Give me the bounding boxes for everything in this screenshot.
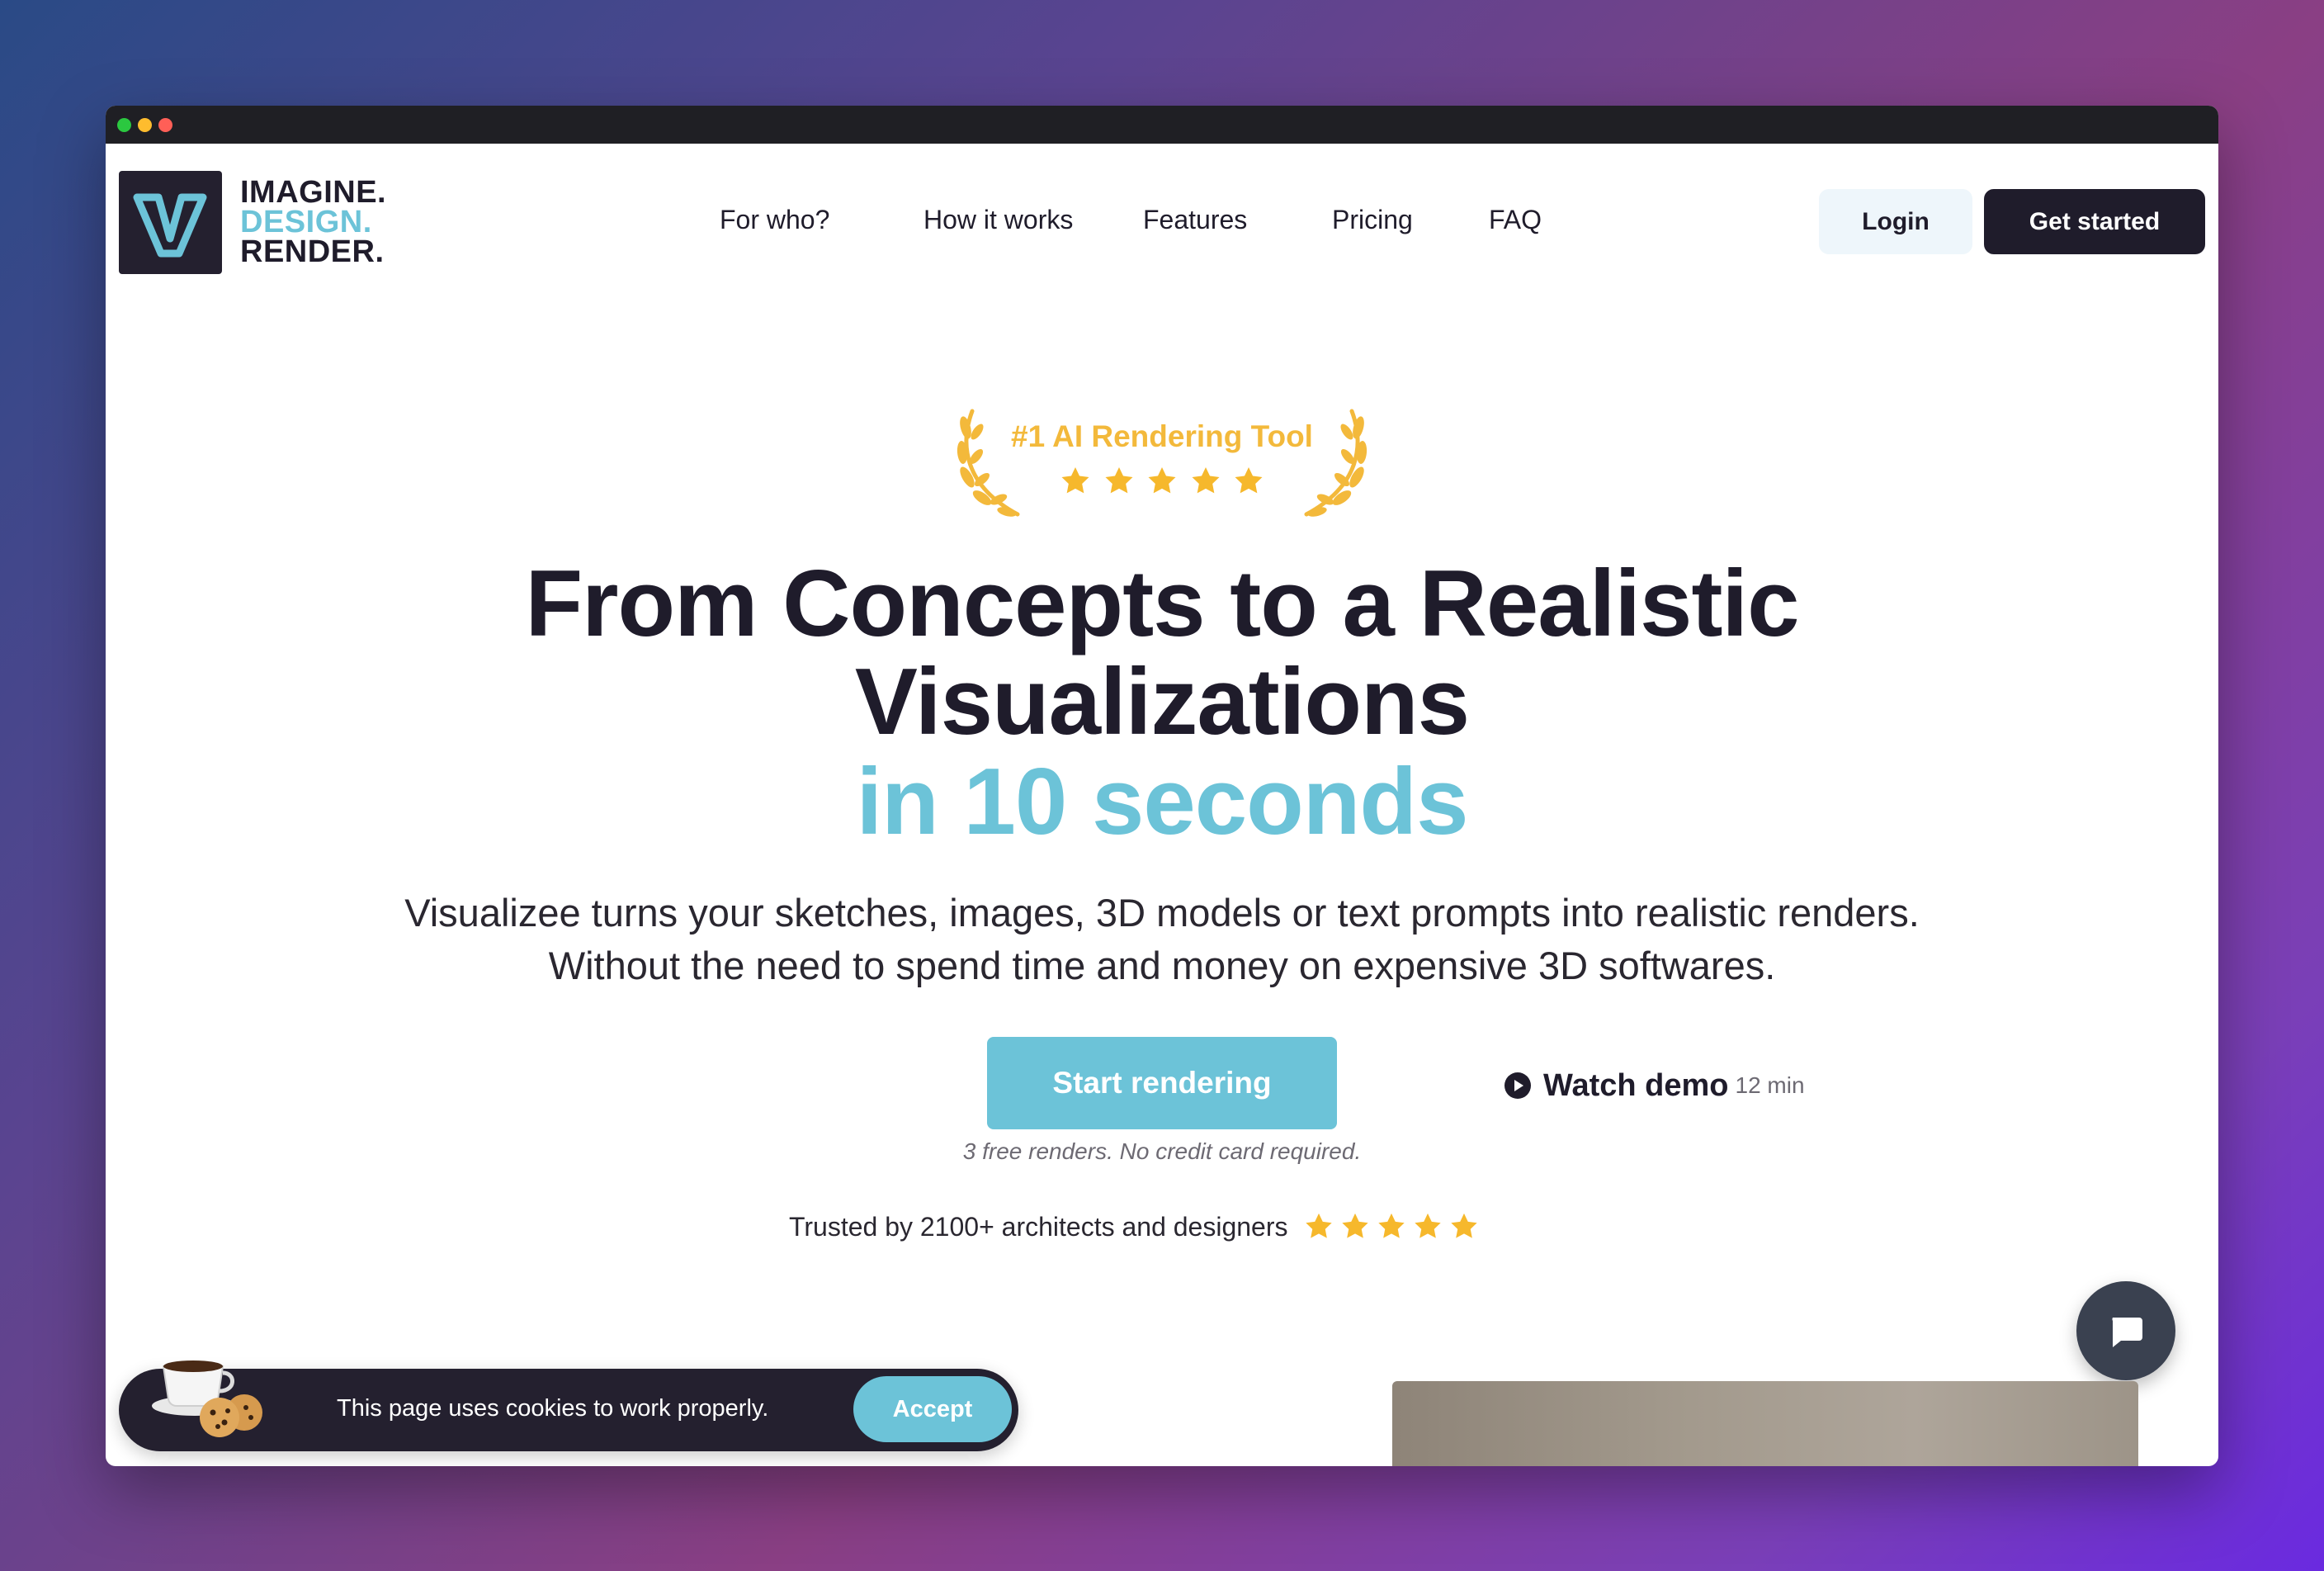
trusted-by-text: Trusted by 2100+ architects and designer… <box>789 1211 1288 1242</box>
nav-pricing[interactable]: Pricing <box>1332 205 1413 235</box>
logo-v-icon <box>133 193 207 258</box>
nav-for-who[interactable]: For who? <box>720 205 829 235</box>
star-icon <box>1341 1213 1368 1238</box>
star-icon <box>1061 467 1089 494</box>
watch-demo-link[interactable]: Watch demo 12 min <box>1504 1065 1805 1106</box>
badge-title: #1 AI Rendering Tool <box>1011 419 1313 453</box>
hero-subtitle-line-2: Without the need to spend time and money… <box>548 944 1776 987</box>
play-circle-icon <box>1504 1072 1531 1099</box>
star-icon <box>1235 467 1263 494</box>
star-icon <box>1105 467 1132 494</box>
hero-headline-line-2: Visualizations <box>854 650 1470 755</box>
hero-preview-image <box>1392 1381 2138 1466</box>
star-icon <box>1148 467 1176 494</box>
star-icon <box>1377 1213 1405 1238</box>
logo-line-render: RENDER. <box>240 234 385 269</box>
coffee-cookie-icon <box>152 1360 262 1437</box>
trusted-by-row: Trusted by 2100+ architects and designer… <box>789 1209 1480 1245</box>
window-close-button[interactable] <box>158 118 172 132</box>
free-renders-note: 3 free renders. No credit card required. <box>962 1138 1362 1164</box>
hero-subtitle-line-1: Visualizee turns your sketches, images, … <box>404 891 1920 935</box>
trusted-rating <box>1303 1211 1480 1242</box>
watch-demo-label: Watch demo <box>1543 1067 1729 1103</box>
window-maximize-button[interactable] <box>117 118 131 132</box>
star-icon <box>1192 467 1219 494</box>
logo-line-design: DESIGN. <box>240 205 372 239</box>
nav-how-it-works[interactable]: How it works <box>923 205 1073 235</box>
chat-widget-button[interactable] <box>2076 1281 2175 1380</box>
watch-demo-duration: 12 min <box>1735 1072 1805 1098</box>
cookie-accept-button[interactable]: Accept <box>853 1376 1012 1442</box>
star-icon <box>1450 1213 1477 1238</box>
logo-mark[interactable] <box>119 171 222 274</box>
cookie-text: This page uses cookies to work properly. <box>337 1395 769 1422</box>
star-icon <box>1305 1213 1332 1238</box>
browser-window: IMAGINE. DESIGN. RENDER. For who? How it… <box>106 106 2218 1466</box>
badge-rating <box>1059 465 1265 501</box>
nav-features[interactable]: Features <box>1143 205 1247 235</box>
login-button[interactable]: Login <box>1819 189 1972 254</box>
hero-headline-accent: in 10 seconds <box>856 750 1469 854</box>
start-rendering-button[interactable]: Start rendering <box>987 1037 1337 1129</box>
chat-bubble-icon <box>2112 1318 2142 1347</box>
window-titlebar <box>106 106 2218 144</box>
logo-wordmark[interactable]: IMAGINE. DESIGN. RENDER. <box>240 177 386 267</box>
star-icon <box>1414 1213 1441 1238</box>
get-started-button[interactable]: Get started <box>1984 189 2205 254</box>
logo-line-imagine: IMAGINE. <box>240 175 387 210</box>
nav-faq[interactable]: FAQ <box>1489 205 1542 235</box>
window-minimize-button[interactable] <box>138 118 152 132</box>
hero-headline-line-1: From Concepts to a Realistic <box>525 551 1799 656</box>
